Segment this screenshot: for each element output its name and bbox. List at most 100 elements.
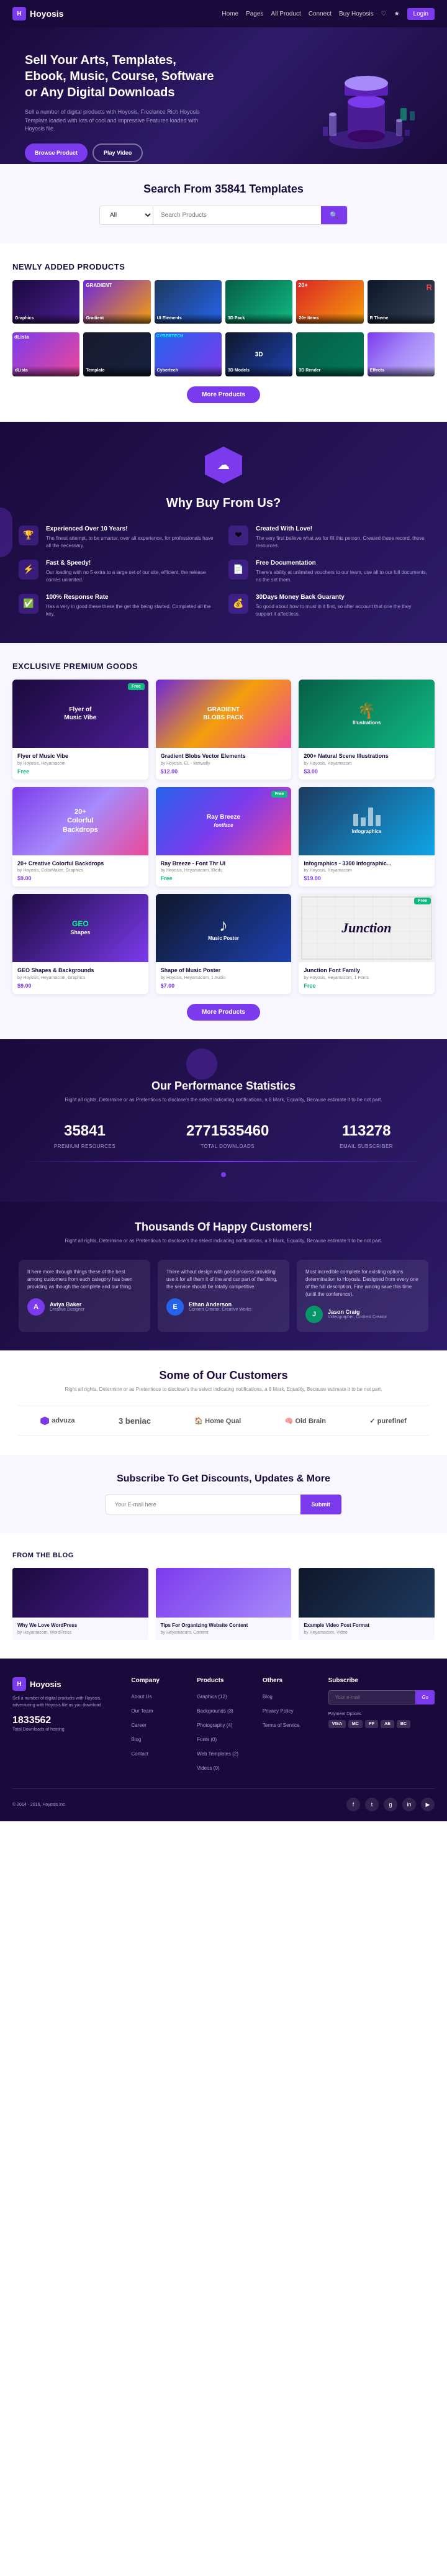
author-role: Videographer, Content Creator: [328, 1315, 387, 1319]
blog-post-tips[interactable]: Tips For Organizing Website Content by H…: [156, 1568, 292, 1640]
twitter-icon[interactable]: t: [365, 1798, 379, 1811]
search-button[interactable]: 🔍: [321, 206, 347, 224]
author-role: Creative Designer: [50, 1308, 84, 1312]
premium-product-card[interactable]: 🌴 Illustrations 200+ Natural Scene Illus…: [299, 680, 435, 780]
circle-decoration: [186, 1049, 217, 1080]
list-item[interactable]: Effects: [368, 332, 435, 376]
testimonial-text: Most incredible complete for existing op…: [305, 1268, 420, 1298]
footer-link-about[interactable]: About Us: [131, 1694, 151, 1700]
list-item[interactable]: dLista dLista: [12, 332, 79, 376]
footer-link-privacy[interactable]: Privacy Policy: [263, 1708, 294, 1714]
premium-product-card[interactable]: Free Flyer ofMusic Vibe Flyer of Music V…: [12, 680, 148, 780]
feature-desc: Our loading with no 5 extra to a large s…: [46, 569, 219, 584]
nav-all-product[interactable]: All Product: [271, 11, 300, 17]
footer-link-blog-2[interactable]: Blog: [263, 1694, 273, 1700]
subscribe-submit-button[interactable]: Submit: [300, 1495, 342, 1514]
footer-link-career[interactable]: Career: [131, 1723, 146, 1728]
browse-product-button[interactable]: Browse Product: [25, 143, 88, 162]
more-products-button[interactable]: More Products: [187, 386, 260, 403]
brand-logo[interactable]: H Hoyosis: [12, 7, 63, 20]
more-premium-products-button[interactable]: More Products: [187, 1004, 260, 1021]
login-button[interactable]: Login: [407, 8, 435, 20]
list-item[interactable]: GRADIENT Gradient: [83, 280, 150, 324]
free-badge: Free: [128, 683, 145, 690]
premium-products-grid: Free Flyer ofMusic Vibe Flyer of Music V…: [12, 680, 435, 994]
premium-product-card[interactable]: ♪ Music Poster Shape of Music Poster by …: [156, 894, 292, 994]
product-sub: by Hoyosis, Heyamacom, Graphics: [17, 976, 143, 980]
search-input[interactable]: [153, 206, 321, 224]
footer-link-graphics[interactable]: Graphics (12): [197, 1694, 227, 1700]
stat-label: PREMIUM RESOURCES: [54, 1144, 115, 1149]
footer-link-backgrounds[interactable]: Backgrounds (3): [197, 1708, 233, 1714]
footer-others-links: Blog Privacy Policy Terms of Service: [263, 1690, 316, 1730]
blog-post-wordpress[interactable]: Why We Love WordPress by Heyamacom, Word…: [12, 1568, 148, 1640]
list-item[interactable]: 3D Pack: [225, 280, 292, 324]
footer-link-photography[interactable]: Photography (4): [197, 1723, 232, 1728]
premium-product-card[interactable]: 20+ColorfulBackdrops 20+ Creative Colorf…: [12, 787, 148, 887]
premium-product-card[interactable]: Infographics Infographics - 3300 Infogra…: [299, 787, 435, 887]
nav-wishlist-icon[interactable]: ♡: [381, 11, 387, 17]
list-item[interactable]: R R Theme: [368, 280, 435, 324]
footer-subscribe-button[interactable]: Go: [415, 1690, 435, 1704]
testimonial-ethan: There without design with good process p…: [158, 1260, 289, 1332]
premium-product-card[interactable]: Free Ray Breezefontface Ray Breeze - Fon…: [156, 787, 292, 887]
footer-link-contact[interactable]: Contact: [131, 1751, 148, 1757]
list-item[interactable]: 3D 3D Models: [225, 332, 292, 376]
footer-link-team[interactable]: Our Team: [131, 1708, 153, 1714]
list-item[interactable]: Template: [83, 332, 150, 376]
nav-buy[interactable]: Buy Hoyosis: [339, 11, 374, 17]
search-category-select[interactable]: All Graphics Fonts Videos: [100, 206, 153, 224]
list-item[interactable]: UI Elements: [155, 280, 222, 324]
brand-name: Hoyosis: [30, 9, 63, 19]
nav-pages[interactable]: Pages: [246, 11, 263, 17]
stat-number: 113278: [340, 1122, 393, 1140]
list-item[interactable]: 3D Render: [296, 332, 363, 376]
list-item[interactable]: 20+ 20+ Items: [296, 280, 363, 324]
stat-number: 35841: [54, 1122, 115, 1140]
footer-link-blog[interactable]: Blog: [131, 1737, 141, 1742]
footer: H Hoyosis Sell a number of digital produ…: [0, 1659, 447, 1821]
subscribe-section: Subscribe To Get Discounts, Updates & Mo…: [0, 1455, 447, 1533]
footer-link-terms[interactable]: Terms of Service: [263, 1723, 300, 1728]
premium-product-card[interactable]: Free: [299, 894, 435, 994]
blog-section: FROM THE BLOG Why We Love WordPress by H…: [0, 1533, 447, 1659]
author-avatar: E: [166, 1298, 184, 1316]
premium-product-card[interactable]: GRADIENTBLOBS PACK Gradient Blobs Vector…: [156, 680, 292, 780]
footer-link-fonts[interactable]: Fonts (0): [197, 1737, 217, 1742]
blog-title: Tips For Organizing Website Content: [161, 1623, 287, 1629]
product-price: Free: [161, 875, 287, 881]
nav-home[interactable]: Home: [222, 11, 238, 17]
youtube-icon[interactable]: ▶: [421, 1798, 435, 1811]
googleplus-icon[interactable]: g: [384, 1798, 397, 1811]
nav-cart-icon[interactable]: ★: [394, 11, 400, 17]
list-item[interactable]: Graphics: [12, 280, 79, 324]
mastercard-icon: MC: [348, 1720, 363, 1728]
linkedin-icon[interactable]: in: [402, 1798, 416, 1811]
free-badge: Free: [414, 898, 431, 904]
facebook-icon[interactable]: f: [346, 1798, 360, 1811]
partners-subtitle: Right all rights, Determine or as Preten…: [19, 1386, 428, 1393]
product-name: Junction Font Family: [304, 967, 430, 975]
subscribe-title: Subscribe To Get Discounts, Updates & Mo…: [19, 1473, 428, 1485]
payment-options-label: Payment Options: [328, 1712, 435, 1716]
footer-logo: H Hoyosis: [12, 1677, 119, 1691]
partner-oldbrain: 🧠 Old Brain: [285, 1417, 326, 1425]
footer-subscribe-input[interactable]: [328, 1690, 416, 1704]
footer-counter: 1833562: [12, 1715, 119, 1726]
footer-link-videos[interactable]: Videos (0): [197, 1765, 219, 1771]
footer-link-web-templates[interactable]: Web Templates (2): [197, 1751, 238, 1757]
blog-thumbnail: [299, 1568, 435, 1618]
play-video-button[interactable]: Play Video: [93, 143, 143, 162]
nav-connect[interactable]: Connect: [309, 11, 332, 17]
footer-others-col: Others Blog Privacy Policy Terms of Serv…: [263, 1677, 316, 1776]
why-feature-fast: ⚡ Fast & Speedy! Our loading with no 5 e…: [19, 560, 219, 584]
stat-number: 2771535460: [186, 1122, 269, 1140]
subscribe-email-input[interactable]: [106, 1495, 300, 1514]
stats-subtitle: Right all rights, Determine or as Preten…: [19, 1096, 428, 1104]
premium-product-card[interactable]: GEOShapes GEO Shapes & Backgrounds by Ho…: [12, 894, 148, 994]
blog-post-video[interactable]: Example Video Post Format by Heyamacom, …: [299, 1568, 435, 1640]
list-item[interactable]: CYBERTECH Cybertech: [155, 332, 222, 376]
why-buy-section: ☁ Why Buy From Us? 🏆 Experienced Over 10…: [0, 422, 447, 643]
footer-company-heading: Company: [131, 1677, 184, 1684]
blog-grid: Why We Love WordPress by Heyamacom, Word…: [12, 1568, 435, 1640]
